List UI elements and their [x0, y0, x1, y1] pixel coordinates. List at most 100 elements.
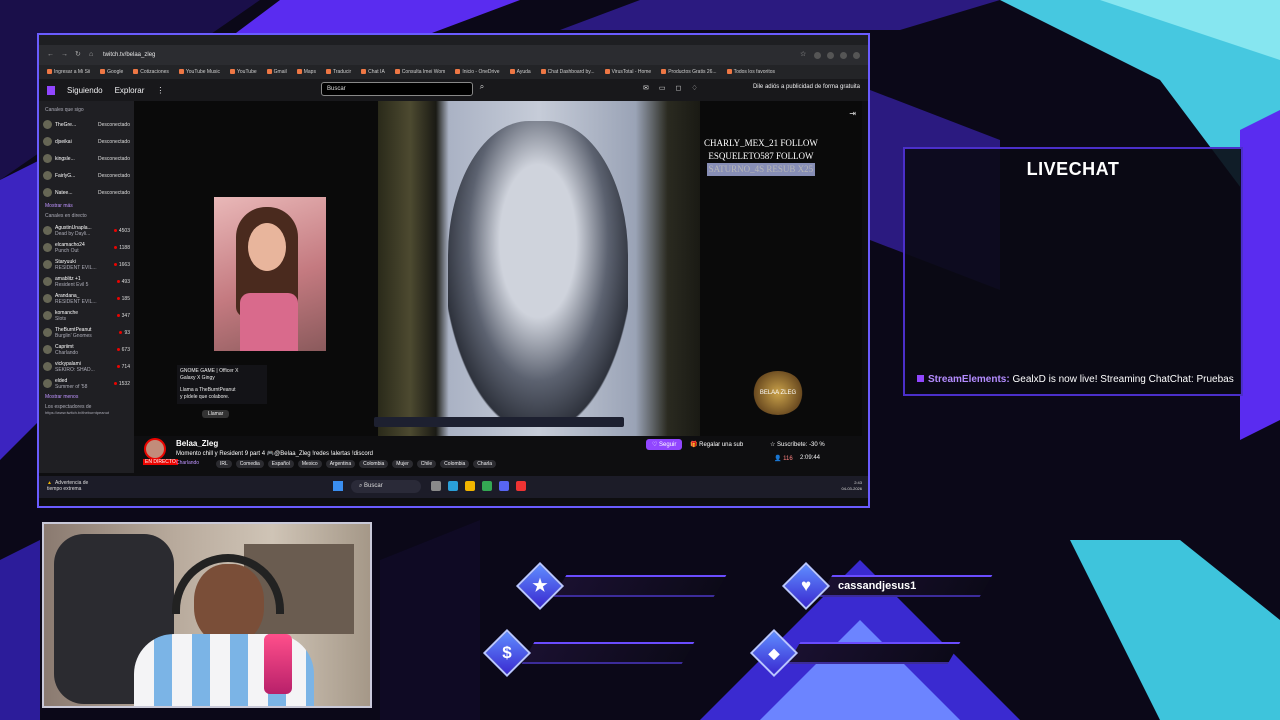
bookmark-item[interactable]: Cotizaciones — [133, 69, 169, 75]
sidebar-live-channel[interactable]: vickypalami SEKIRO: SHAD... 714 — [43, 358, 130, 375]
call-button[interactable]: Llamar — [202, 410, 230, 418]
search-input[interactable]: Buscar — [321, 82, 473, 96]
start-icon[interactable] — [333, 481, 343, 491]
bookmark-item[interactable]: Todos los favoritos — [727, 69, 775, 75]
nav-following[interactable]: Siguiendo — [67, 86, 103, 95]
bookmark-star-icon[interactable]: ☆ — [800, 51, 808, 59]
windows-search[interactable]: ⌕ Buscar — [351, 480, 421, 493]
avatar — [43, 345, 52, 354]
tag[interactable]: Argentina — [325, 460, 356, 468]
whispers-icon[interactable]: ◻ — [676, 84, 682, 92]
avatar — [43, 120, 52, 129]
sidebar-live-channel[interactable]: Capriimt Charlando 673 — [43, 341, 130, 358]
streamer-name[interactable]: Belaa_Zleg — [176, 439, 218, 448]
tag[interactable]: Colombia — [359, 460, 389, 468]
bookmark-item[interactable]: Productos Gratis 26... — [661, 69, 716, 75]
bookmark-item[interactable]: Ayuda — [510, 69, 531, 75]
crown-icon[interactable]: ♢ — [691, 84, 697, 92]
tag[interactable]: Comedia — [235, 460, 264, 468]
bookmark-item[interactable]: YouTube Music — [179, 69, 220, 75]
viewer-count: 👤 116 — [774, 456, 793, 462]
profile-avatar[interactable] — [853, 51, 860, 59]
video-player[interactable]: CHARLY_MEX_21 FOLLOW ESQUELETO587 FOLLOW… — [134, 101, 862, 436]
sidebar-live-channel[interactable]: elcamacho24 Punch Out 1188 — [43, 239, 130, 256]
bookmark-item[interactable]: Gmail — [267, 69, 287, 75]
tag[interactable]: Español — [267, 460, 294, 468]
collapse-chat-icon[interactable]: ⇥ — [849, 109, 856, 118]
sidebar-live-channel[interactable]: Staryuuki RESIDENT EVIL... 1663 — [43, 256, 130, 273]
obs-icon[interactable] — [516, 481, 526, 491]
search-icon[interactable]: ⌕ — [475, 82, 489, 96]
chrome-icon[interactable] — [482, 481, 492, 491]
extension-icon[interactable] — [827, 51, 834, 59]
back-icon[interactable]: ← — [47, 51, 55, 59]
more-menu-icon[interactable]: ⋮ — [156, 86, 164, 95]
sidebar-live-channel[interactable]: TheBurntPeanut Burglin' Gnomes 93 — [43, 324, 130, 341]
sidebar-live-channel[interactable]: Arandana_ RESIDENT EVIL... 185 — [43, 290, 130, 307]
tag[interactable]: IRL — [216, 460, 232, 468]
extension-icon[interactable] — [814, 51, 821, 59]
streamer-avatar[interactable] — [144, 438, 166, 460]
viewer-link[interactable]: https://www.twitch.tv/theburntpeanut — [45, 410, 130, 415]
weather-warning[interactable]: Advertencia detiempo extrema — [47, 480, 88, 492]
streamelements-icon — [917, 375, 924, 382]
inbox-icon[interactable]: ▭ — [659, 84, 666, 92]
follow-button[interactable]: ♡ Seguir — [646, 439, 683, 450]
tag[interactable]: Mexico — [297, 460, 322, 468]
sidebar-channel[interactable]: TheGre... Desconectado — [43, 116, 130, 133]
show-less-link[interactable]: Mostrar menos — [45, 394, 130, 400]
stream-title: Momento chill y Resident 9 part 4 🎮@Bela… — [176, 451, 373, 457]
tag[interactable]: Colombia — [440, 460, 470, 468]
task-view-icon[interactable] — [431, 481, 441, 491]
home-icon[interactable]: ⌂ — [89, 51, 97, 59]
show-more-link[interactable]: Mostrar más — [45, 203, 130, 209]
avatar — [43, 226, 52, 235]
bookmark-item[interactable]: Chat IA — [361, 69, 385, 75]
sidebar-live-channel[interactable]: elded Summer of '58 1532 — [43, 375, 130, 392]
system-clock[interactable]: 2:43 04-03-2026 — [842, 480, 862, 492]
bookmark-item[interactable]: Ingresar a Mi Sii — [47, 69, 90, 75]
extension-icon[interactable] — [840, 51, 847, 59]
avatar — [43, 379, 52, 388]
bookmark-item[interactable]: YouTube — [230, 69, 257, 75]
bookmark-item[interactable]: Google — [100, 69, 123, 75]
stream-category[interactable]: Charlando — [176, 460, 199, 466]
heart-icon: ♥ — [800, 576, 812, 595]
forward-icon[interactable]: → — [61, 51, 69, 59]
url-text[interactable]: twitch.tv/belaa_zleg — [103, 52, 794, 58]
sidebar-channel[interactable]: djseikai Desconectado — [43, 133, 130, 150]
sidebar: Canales que sigo TheGre... Desconectado d… — [39, 101, 134, 473]
tag[interactable]: Charla — [473, 460, 497, 468]
address-bar[interactable]: ← → ↻ ⌂ twitch.tv/belaa_zleg ☆ — [39, 45, 868, 65]
folder-icon[interactable] — [465, 481, 475, 491]
sidebar-channel[interactable]: FairlyG... Desconectado — [43, 167, 130, 184]
twitch-logo-icon[interactable] — [47, 85, 55, 95]
notifications-icon[interactable]: ✉ — [643, 84, 649, 92]
edge-icon[interactable] — [448, 481, 458, 491]
bookmark-item[interactable]: Maps — [297, 69, 316, 75]
sidebar-live-channel[interactable]: AgustinUnapla... Dead by Dayli... 4503 — [43, 222, 130, 239]
avatar — [43, 294, 52, 303]
discord-icon[interactable] — [499, 481, 509, 491]
browser-window-capture: ← → ↻ ⌂ twitch.tv/belaa_zleg ☆ Ingresar … — [37, 33, 870, 508]
sidebar-live-channel[interactable]: amablitz +1 Resident Evil 5 493 — [43, 273, 130, 290]
tag[interactable]: Chile — [416, 460, 437, 468]
follow-alert: CHARLY_MEX_21 FOLLOW — [704, 138, 818, 148]
bookmark-item[interactable]: Consulta Imei Wom — [395, 69, 446, 75]
reload-icon[interactable]: ↻ — [75, 51, 83, 59]
bookmark-item[interactable]: VirusTotal - Home — [605, 69, 652, 75]
sidebar-channel[interactable]: Natee... Desconectado — [43, 184, 130, 201]
bookmark-item[interactable]: Chat Dashboard by... — [541, 69, 595, 75]
sidebar-live-channel[interactable]: komanche Slots 347 — [43, 307, 130, 324]
avatar — [43, 328, 52, 337]
sidebar-header-live: Canales en directo — [45, 213, 87, 219]
tag[interactable]: Mujer — [392, 460, 413, 468]
ad-free-link[interactable]: Dile adiós a publicidad de forma gratuit… — [753, 84, 860, 90]
nav-browse[interactable]: Explorar — [115, 86, 145, 95]
bookmark-item[interactable]: Inicio - OneDrive — [455, 69, 499, 75]
sidebar-channel[interactable]: kingsle... Desconectado — [43, 150, 130, 167]
channel-badge: BELAA ZLEG — [752, 371, 804, 415]
gift-sub-button[interactable]: 🎁 Regalar una sub — [686, 439, 747, 450]
subscribe-button[interactable]: ☆ Suscríbete: -30 % — [766, 439, 829, 450]
bookmark-item[interactable]: Traducir — [326, 69, 351, 75]
